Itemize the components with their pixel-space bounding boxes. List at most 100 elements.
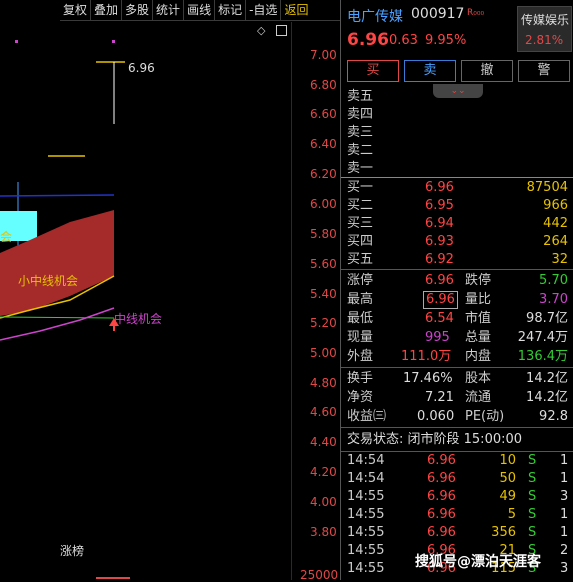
mid-chance-label: 中线机会: [114, 312, 163, 326]
tick-count: 1: [560, 453, 569, 468]
tick-side: S: [528, 471, 537, 486]
outer-disk-label: 外盘: [347, 349, 374, 364]
pe-value: 92.8: [539, 409, 568, 424]
price-change: 0.63: [389, 33, 418, 48]
tick-count: 3: [560, 489, 569, 504]
margin-tag: R₀₀₀: [467, 8, 485, 18]
turnover-label: 换手: [347, 371, 374, 386]
status-divider: [341, 427, 573, 428]
low-value: 6.54: [425, 311, 454, 326]
bid-price: 6.94: [425, 216, 454, 231]
ask-3-label: 卖三: [347, 125, 374, 140]
price-tick: 5.00: [310, 346, 337, 360]
bid-price: 6.95: [425, 198, 454, 213]
expand-chevron-icon[interactable]: ⌄⌄: [433, 84, 483, 98]
marker-dot: [112, 40, 115, 43]
total-volume-value: 247.4万: [517, 330, 568, 345]
tick-count: 3: [560, 561, 569, 576]
high-value: 6.96: [423, 291, 458, 309]
bid-price: 6.93: [425, 234, 454, 249]
buy-button[interactable]: 买: [347, 60, 399, 82]
price-tick: 6.00: [310, 197, 337, 211]
kline-chart[interactable]: 复权 叠加 多股 统计 画线 标记 -自选 返回 ◇ 6.96 会 小中线机会 …: [0, 0, 340, 582]
tick-price: 6.96: [427, 453, 456, 468]
price-tick: 6.80: [310, 78, 337, 92]
alert-button[interactable]: 警: [518, 60, 570, 82]
high-label: 最高: [347, 292, 374, 307]
bid-volume: 966: [543, 198, 568, 213]
limit-up-value: 6.96: [425, 273, 454, 288]
tick-price: 6.96: [427, 471, 456, 486]
stock-name[interactable]: 电广传媒: [347, 6, 403, 26]
cancel-order-button[interactable]: 撤: [461, 60, 513, 82]
turnover-value: 17.46%: [403, 371, 453, 386]
price-tick: 4.60: [310, 405, 337, 419]
tick-side: S: [528, 507, 537, 522]
current-volume-label: 现量: [347, 330, 374, 345]
price-tick: 4.80: [310, 376, 337, 390]
ask-1-label: 卖一: [347, 161, 374, 176]
bid-price: 6.92: [425, 252, 454, 267]
total-volume-label: 总量: [465, 330, 492, 345]
low-label: 最低: [347, 311, 374, 326]
ask-5-label: 卖五: [347, 89, 374, 104]
price-tick: 5.60: [310, 257, 337, 271]
price-axis: [291, 22, 292, 580]
tick-time: 14:54: [347, 471, 385, 486]
marker-dot: [15, 40, 18, 43]
volume-ratio-value: 3.70: [539, 292, 568, 307]
quote-panel: 电广传媒 000917 R₀₀₀ 传媒娱乐 2.81% 6.96 0.63 9.…: [340, 0, 573, 580]
bid-price: 6.96: [425, 180, 454, 195]
chart-canvas: [0, 40, 130, 579]
sell-button[interactable]: 卖: [404, 60, 456, 82]
bottom-label: 涨榜: [60, 544, 85, 558]
blue-line: [0, 194, 115, 197]
high-marker-label: 6.96: [128, 61, 155, 75]
sector-box[interactable]: 传媒娱乐 2.81%: [517, 6, 572, 52]
price-tick: 7.00: [310, 48, 337, 62]
limit-down-value: 5.70: [539, 273, 568, 288]
price-tick: 3.80: [310, 525, 337, 539]
tick-price: 6.96: [427, 507, 456, 522]
bid-label: 买四: [347, 234, 374, 249]
tick-time: 14:54: [347, 453, 385, 468]
sector-name: 传媒娱乐: [521, 13, 570, 27]
price-tick: 6.20: [310, 167, 337, 181]
tick-count: 1: [560, 471, 569, 486]
price-tick: 4.20: [310, 465, 337, 479]
net-assets-label: 净资: [347, 390, 374, 405]
tick-time: 14:55: [347, 507, 385, 522]
left-label: 会: [0, 230, 13, 244]
green-line: [0, 316, 115, 319]
stock-code: 000917: [411, 6, 465, 22]
small-mid-chance-label: 小中线机会: [18, 274, 79, 288]
fundamentals-divider: [341, 367, 573, 368]
tick-price: 6.96: [427, 489, 456, 504]
sector-pct: 2.81%: [525, 33, 564, 47]
price-tick: 6.40: [310, 137, 337, 151]
bid-volume: 32: [551, 252, 568, 267]
tick-side: S: [528, 453, 537, 468]
price-tick: 5.20: [310, 316, 337, 330]
volume-ratio-label: 量比: [465, 292, 492, 307]
bid-label: 买三: [347, 216, 374, 231]
order-book-divider: [341, 177, 573, 178]
bid-volume: 87504: [526, 180, 568, 195]
inner-disk-label: 内盘: [465, 349, 492, 364]
market-cap-label: 市值: [465, 311, 492, 326]
tick-count: 2: [560, 543, 569, 558]
bid-volume: 264: [543, 234, 568, 249]
eps-label: 收益㈢: [347, 409, 387, 424]
trading-status: 交易状态: 闭市阶段 15:00:00: [347, 432, 523, 447]
limit-up-label: 涨停: [347, 273, 374, 288]
tick-count: 1: [560, 525, 569, 540]
last-price: 6.96: [347, 30, 389, 50]
eps-value: 0.060: [417, 409, 455, 424]
tick-count: 1: [560, 507, 569, 522]
tick-volume: 10: [499, 453, 516, 468]
tick-time: 14:55: [347, 561, 385, 576]
tick-volume: 356: [491, 525, 516, 540]
tick-side: S: [528, 525, 537, 540]
watermark: 搜狐号@漂泊天涯客: [415, 554, 541, 570]
float-label: 流通: [465, 390, 492, 405]
